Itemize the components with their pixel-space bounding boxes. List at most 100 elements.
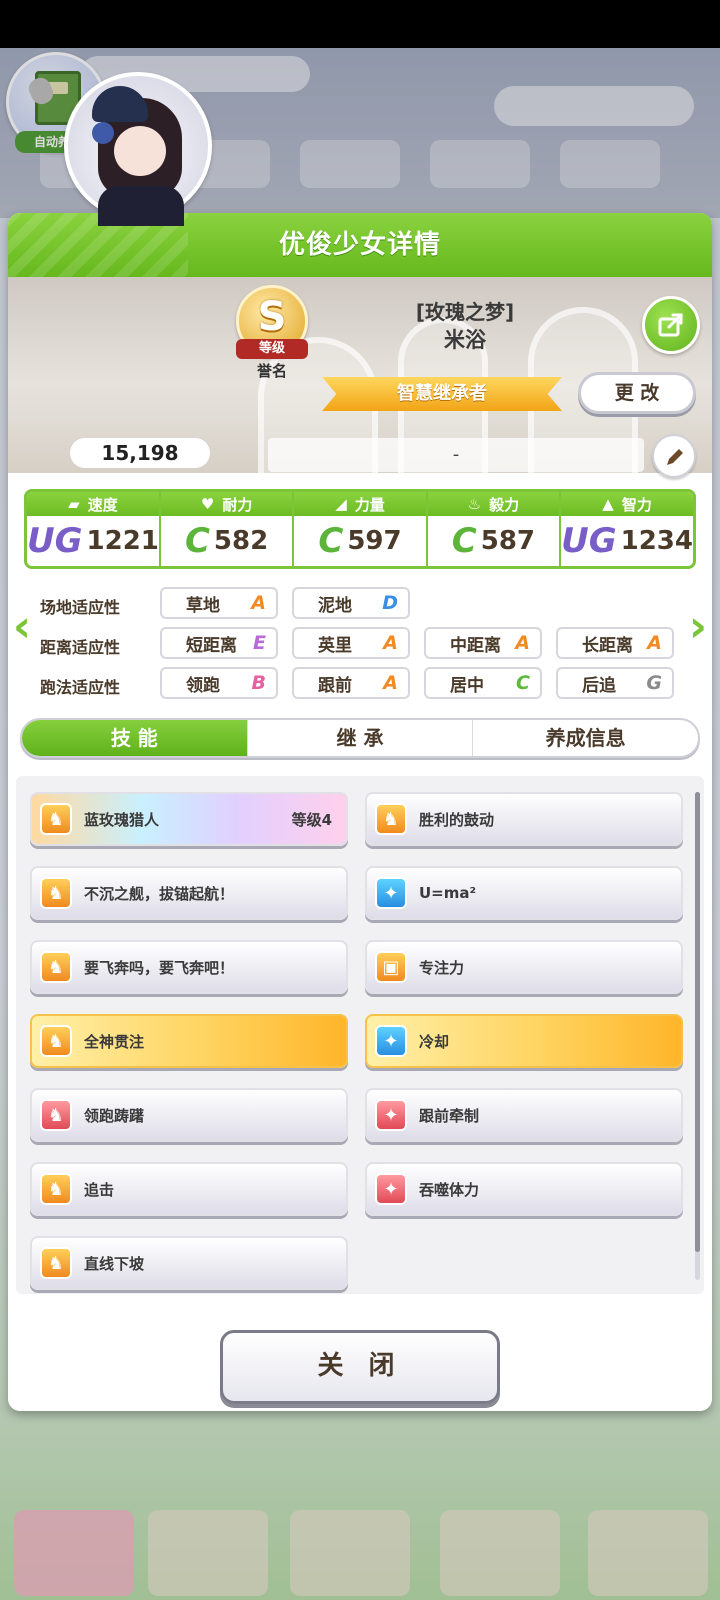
horse-down-icon: ♞ xyxy=(40,1099,72,1131)
skill-item[interactable]: ♞ 不沉之舰，拔锚起航！ xyxy=(30,866,348,920)
skill-item[interactable]: ♞ 直线下坡 xyxy=(30,1236,348,1290)
muscle-icon: ◢ xyxy=(335,495,347,513)
sparkle-icon: ✦ xyxy=(375,1025,407,1057)
stat-label: 力量 xyxy=(354,495,385,514)
aptitude-cell: 跟前 A xyxy=(292,667,410,699)
rank-letter: S xyxy=(257,294,287,340)
skill-item[interactable]: ▣ 专注力 xyxy=(365,940,683,994)
aptitude-cell: 短距离 E xyxy=(160,627,278,659)
aptitude-cell: 长距离 A xyxy=(556,627,674,659)
avatar-hat xyxy=(92,86,148,122)
next-arrow-button[interactable]: › xyxy=(682,605,714,652)
skill-name: 不沉之舰，拔锚起航！ xyxy=(84,884,235,903)
avatar-body xyxy=(98,186,184,226)
stat-value: 1221 xyxy=(86,526,159,556)
stat-value: 587 xyxy=(480,526,536,556)
stat-power: ◢ 力量 C 597 xyxy=(294,492,428,566)
gate-icon: ▣ xyxy=(375,951,407,983)
scrollbar-thumb[interactable] xyxy=(695,792,700,1252)
avatar[interactable] xyxy=(64,72,212,226)
stat-grade: C xyxy=(318,521,344,561)
skill-name: 全神贯注 xyxy=(84,1032,145,1051)
stat-label: 智力 xyxy=(621,495,652,514)
horse-icon: ♞ xyxy=(40,1025,72,1057)
stat-value: 1234 xyxy=(620,526,693,556)
aptitude-label-style: 跑法适应性 xyxy=(40,678,121,697)
skill-name: 领跑踌躇 xyxy=(84,1106,145,1125)
aptitude-cell: 后追 G xyxy=(556,667,674,699)
skill-item[interactable]: ✦ U=ma² xyxy=(365,866,683,920)
skill-name: U=ma² xyxy=(419,884,477,902)
aptitude-cell: 草地 A xyxy=(160,587,278,619)
rose-icon xyxy=(92,122,114,144)
horse-icon: ♞ xyxy=(40,1247,72,1279)
skill-item[interactable]: ♞ 领跑踌躇 xyxy=(30,1088,348,1142)
skill-level: 等级4 xyxy=(291,810,332,829)
skill-item[interactable]: ♞ 胜利的鼓动 xyxy=(365,792,683,846)
comment-field: - xyxy=(268,438,644,472)
skill-name: 要飞奔吗，要飞奔吧！ xyxy=(84,958,235,977)
stat-stamina: ♥ 耐力 C 582 xyxy=(160,492,295,566)
aptitude-label-distance: 距离适应性 xyxy=(40,638,121,657)
close-button[interactable]: 关 闭 xyxy=(220,1330,500,1404)
prev-arrow-button[interactable]: ‹ xyxy=(6,605,38,652)
stat-grade: C xyxy=(451,521,477,561)
stat-label: 速度 xyxy=(87,495,118,514)
stat-grade: UG xyxy=(561,521,617,561)
stat-value: 597 xyxy=(347,526,402,556)
skill-item[interactable]: ✦ 跟前牵制 xyxy=(365,1088,683,1142)
skill-name: 直线下坡 xyxy=(84,1254,145,1273)
skill-item[interactable]: ✦ 冷却 xyxy=(365,1014,683,1068)
aptitude-cell: 领跑 B xyxy=(160,667,278,699)
sparkle-red-icon: ✦ xyxy=(375,1099,407,1131)
share-button[interactable] xyxy=(642,296,700,354)
tab-inheritance[interactable]: 继 承 xyxy=(248,720,474,756)
horse-icon: ♞ xyxy=(375,803,407,835)
character-name: 米浴 xyxy=(444,328,486,352)
sparkle-icon: ✦ xyxy=(375,877,407,909)
horse-icon: ♞ xyxy=(40,877,72,909)
aptitude-cell: 居中 C xyxy=(424,667,542,699)
aptitude-cell: 泥地 D xyxy=(292,587,410,619)
skill-name: 胜利的鼓动 xyxy=(419,810,495,829)
status-bar xyxy=(0,0,720,48)
stat-guts: ♨ 毅力 C 587 xyxy=(427,492,562,566)
stat-label: 耐力 xyxy=(222,495,253,514)
edit-comment-button[interactable] xyxy=(652,434,696,478)
skill-name: 专注力 xyxy=(419,958,465,977)
tab-training-info[interactable]: 养成信息 xyxy=(473,720,698,756)
horse-icon: ♞ xyxy=(40,1173,72,1205)
skill-name: 追击 xyxy=(84,1180,115,1199)
rank-subtitle: 誉名 xyxy=(256,362,287,380)
skill-item[interactable]: ♞ 追击 xyxy=(30,1162,348,1216)
skill-item[interactable]: ♞ 要飞奔吗，要飞奔吧！ xyxy=(30,940,348,994)
skill-item[interactable]: ✦ 吞噬体力 xyxy=(365,1162,683,1216)
character-epithet: [玫瑰之梦] xyxy=(415,300,515,324)
change-title-button[interactable]: 更 改 xyxy=(578,372,696,414)
scrollbar[interactable] xyxy=(695,792,700,1280)
skill-name: 蓝玫瑰猎人 xyxy=(84,810,160,829)
skill-name: 冷却 xyxy=(419,1032,450,1051)
avatar-face xyxy=(114,126,166,176)
aptitude-cell: 中距离 A xyxy=(424,627,542,659)
stat-value: 582 xyxy=(213,526,269,556)
horse-icon: ♞ xyxy=(40,803,72,835)
skill-name: 跟前牵制 xyxy=(419,1106,480,1125)
skill-item[interactable]: ♞ 全神贯注 xyxy=(30,1014,348,1068)
flame-icon: ♨ xyxy=(467,495,482,513)
stat-wisdom: ▲ 智力 UG 1234 xyxy=(561,492,693,566)
aptitude-label-track: 场地适应性 xyxy=(40,598,121,617)
skill-item[interactable]: ♞ 蓝玫瑰猎人 等级4 xyxy=(30,792,348,846)
tab-skills[interactable]: 技 能 xyxy=(22,720,248,756)
title-banner: 智慧继承者 xyxy=(322,377,562,411)
stat-grade: C xyxy=(184,521,210,561)
fan-count: 15,198 xyxy=(70,438,210,468)
horse-icon: ♞ xyxy=(40,951,72,983)
pencil-icon xyxy=(667,449,683,465)
graduation-cap-icon: ▲ xyxy=(602,495,614,513)
aptitude-cell: 英里 A xyxy=(292,627,410,659)
share-icon xyxy=(658,313,683,337)
detail-tabs: 技 能 继 承 养成信息 xyxy=(20,718,700,758)
shoe-icon: ▰ xyxy=(68,495,80,513)
rank-tag: 等级 xyxy=(236,339,308,359)
